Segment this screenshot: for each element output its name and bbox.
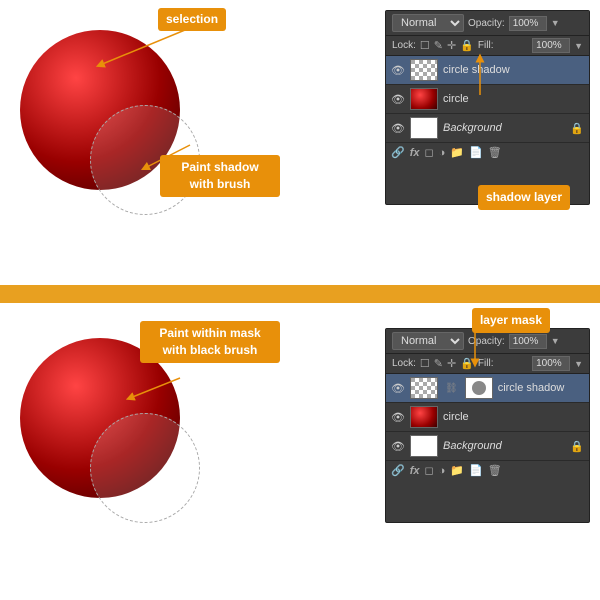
ps-panel-top-header: Normal Opacity: ▼	[386, 11, 589, 36]
thumb-mask-bottom	[465, 377, 493, 399]
layer-name-background-top: Background	[443, 122, 565, 134]
layer-circle-top[interactable]: 👁 circle	[386, 85, 589, 114]
paint-mask-annotation: Paint within maskwith black brush	[140, 321, 280, 363]
adjustment-icon-top[interactable]: ◑	[439, 147, 446, 159]
fill-arrow-top: ▼	[574, 41, 583, 51]
blend-mode-dropdown-top[interactable]: Normal	[392, 14, 464, 32]
bottom-section: Paint within maskwith black brush Normal…	[0, 303, 600, 600]
new-layer-icon-top[interactable]: 📄	[469, 146, 483, 159]
new-layer-icon-bottom[interactable]: 📄	[469, 464, 483, 477]
fill-input-top[interactable]	[532, 38, 570, 53]
adjustment-icon-bottom[interactable]: ◑	[439, 465, 446, 477]
link-icon-bottom[interactable]: 🔗	[391, 464, 405, 477]
ps-lock-row-bottom: Lock: ☐ ✎ ✛ 🔒 Fill: ▼	[386, 354, 589, 374]
lock-icon-b1: ☐	[420, 357, 430, 370]
layer-circle-bottom[interactable]: 👁 circle	[386, 403, 589, 432]
layer-background-top[interactable]: 👁 Background 🔒	[386, 114, 589, 143]
lock-label-top: Lock:	[392, 40, 416, 51]
lock-icon-1: ☐	[420, 39, 430, 52]
lock-icon-b3: ✛	[447, 357, 456, 370]
opacity-input-bottom[interactable]	[509, 334, 547, 349]
eye-icon-1[interactable]: 👁	[391, 63, 405, 77]
trash-icon-bottom[interactable]: 🗑	[488, 464, 502, 477]
folder-icon-top[interactable]: 📁	[450, 146, 464, 159]
eye-icon-b1[interactable]: 👁	[391, 381, 405, 395]
fill-arrow-bottom: ▼	[574, 359, 583, 369]
layer-name-background-bottom: Background	[443, 440, 565, 452]
link-icon-top[interactable]: 🔗	[391, 146, 405, 159]
mask-icon-top[interactable]: ◻	[424, 146, 433, 159]
ps-panel-top: Normal Opacity: ▼ Lock: ☐ ✎ ✛ 🔒 Fill: ▼ …	[385, 10, 590, 205]
opacity-arrow-bottom: ▼	[551, 336, 560, 346]
eye-icon-2[interactable]: 👁	[391, 92, 405, 106]
thumb-circle-top	[410, 88, 438, 110]
eye-icon-3[interactable]: 👁	[391, 121, 405, 135]
fx-icon-top[interactable]: fx	[410, 147, 420, 159]
lock-icon-2: ✎	[434, 39, 443, 52]
eye-icon-b2[interactable]: 👁	[391, 410, 405, 424]
blend-mode-dropdown-bottom[interactable]: Normal	[392, 332, 464, 350]
layer-name-shadow-bottom: circle shadow	[498, 382, 584, 394]
layer-name-circle-top: circle	[443, 93, 584, 105]
thumb-circle-bottom	[410, 406, 438, 428]
selection-circle-bottom	[90, 413, 200, 523]
lock-icon-3: ✛	[447, 39, 456, 52]
opacity-input-top[interactable]	[509, 16, 547, 31]
opacity-label-bottom: Opacity:	[468, 336, 505, 347]
opacity-label-top: Opacity:	[468, 18, 505, 29]
eye-icon-b3[interactable]: 👁	[391, 439, 405, 453]
ps-footer-bottom: 🔗 fx ◻ ◑ 📁 📄 🗑	[386, 461, 589, 480]
folder-icon-bottom[interactable]: 📁	[450, 464, 464, 477]
divider	[0, 285, 600, 303]
thumb-background-top	[410, 117, 438, 139]
bg-lock-bottom: 🔒	[570, 440, 584, 453]
layer-name-circle-shadow-top: circle shadow	[443, 64, 584, 76]
ps-lock-row-top: Lock: ☐ ✎ ✛ 🔒 Fill: ▼	[386, 36, 589, 56]
thumb-background-bottom	[410, 435, 438, 457]
selection-annotation: selection	[158, 8, 226, 31]
lock-icon-b2: ✎	[434, 357, 443, 370]
lock-label-bottom: Lock:	[392, 358, 416, 369]
opacity-row-top: Opacity: ▼	[468, 16, 583, 31]
paint-shadow-annotation: Paint shadowwith brush	[160, 155, 280, 197]
chain-icon-bottom: ⛓	[443, 383, 460, 394]
layer-circle-shadow-top[interactable]: 👁 circle shadow	[386, 56, 589, 85]
mask-icon-bottom[interactable]: ◻	[424, 464, 433, 477]
layer-mask-annotation: layer mask	[472, 308, 550, 333]
shadow-layer-annotation: shadow layer	[478, 185, 570, 210]
thumb-circle-shadow-bottom	[410, 377, 438, 399]
fill-label-bottom: Fill:	[478, 358, 528, 369]
trash-icon-top[interactable]: 🗑	[488, 146, 502, 159]
opacity-arrow-top: ▼	[551, 18, 560, 28]
top-section: selection Paint shadowwith brush Normal …	[0, 0, 600, 285]
thumb-circle-shadow-top	[410, 59, 438, 81]
layer-background-bottom[interactable]: 👁 Background 🔒	[386, 432, 589, 461]
layer-name-circle-bottom: circle	[443, 411, 584, 423]
fill-label-top: Fill:	[478, 40, 528, 51]
fill-input-bottom[interactable]	[532, 356, 570, 371]
bg-lock-top: 🔒	[570, 122, 584, 135]
layer-circle-shadow-bottom[interactable]: 👁 ⛓ circle shadow	[386, 374, 589, 403]
lock-icon-4: 🔒	[460, 39, 474, 52]
fx-icon-bottom[interactable]: fx	[410, 465, 420, 477]
ps-panel-bottom: Normal Opacity: ▼ Lock: ☐ ✎ ✛ 🔒 Fill: ▼ …	[385, 328, 590, 523]
ps-footer-top: 🔗 fx ◻ ◑ 📁 📄 🗑	[386, 143, 589, 162]
opacity-row-bottom: Opacity: ▼	[468, 334, 583, 349]
lock-icon-b4: 🔒	[460, 357, 474, 370]
